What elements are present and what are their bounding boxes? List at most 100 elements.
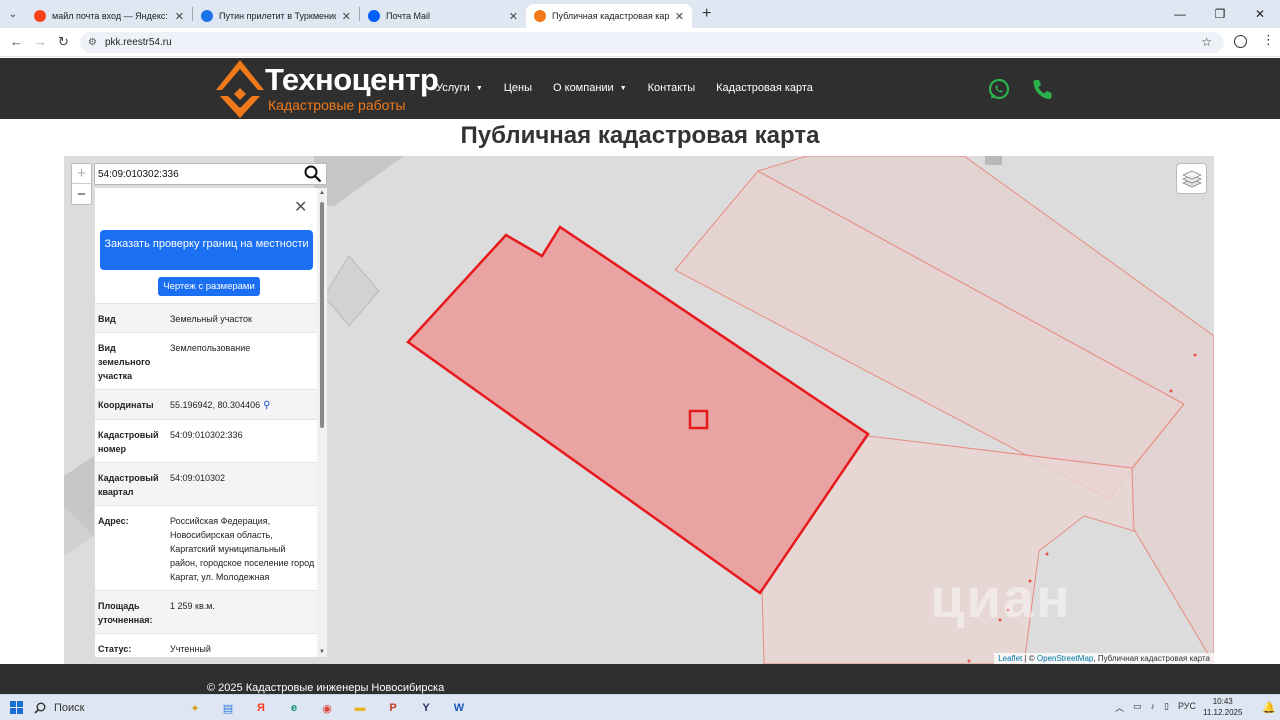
browser-tab[interactable]: Публичная кадастровая карта ✕: [526, 4, 692, 28]
scroll-up-icon[interactable]: ▲: [319, 190, 325, 196]
property-value: Учтенный: [170, 644, 211, 654]
network-icon[interactable]: ▭: [1133, 701, 1142, 714]
property-key: Координаты: [98, 400, 154, 410]
menu-item[interactable]: Кадастровая карта: [716, 82, 813, 94]
order-boundary-check-button[interactable]: Заказать проверку границ на местности: [100, 230, 313, 270]
word-icon[interactable]: W: [448, 698, 470, 718]
menu-item[interactable]: Услуги ▼: [436, 82, 483, 94]
menu-item[interactable]: О компании ▼: [553, 82, 627, 94]
property-value: 1 259 кв.м.: [170, 601, 215, 611]
property-key: Кадастровый квартал: [98, 473, 159, 497]
close-tab-icon[interactable]: ✕: [509, 10, 518, 23]
browser-menu-icon[interactable]: ⋮: [1262, 32, 1275, 48]
property-value: Землепользование: [170, 343, 251, 353]
property-row: Вид Земельный участок: [95, 303, 318, 332]
browser-tab[interactable]: Путин прилетит в Туркменис ✕: [193, 4, 359, 28]
site-info-icon[interactable]: ⚙: [88, 37, 97, 48]
taskbar-search-label: Поиск: [54, 702, 85, 714]
zoom-in-button[interactable]: +: [72, 164, 91, 184]
yandex-icon[interactable]: Y: [415, 698, 437, 718]
property-row: Координаты 55.196942, 80.304406 ⚲: [95, 389, 318, 419]
page-title: Публичная кадастровая карта: [460, 122, 820, 149]
caret-down-icon: ▼: [475, 85, 483, 92]
chrome-icon[interactable]: ◉: [316, 698, 338, 718]
brand-name[interactable]: Техноцентр: [265, 62, 439, 98]
profile-icon[interactable]: [1234, 35, 1247, 48]
zoom-out-button[interactable]: −: [72, 184, 91, 204]
tab-search-chevron-icon[interactable]: ⌄: [0, 0, 26, 28]
browser-tab[interactable]: Почта Mail ✕: [360, 4, 526, 28]
taskbar-clock[interactable]: 10:43 11.12.2025: [1203, 696, 1242, 718]
close-tab-icon[interactable]: ✕: [342, 10, 351, 23]
phone-icon[interactable]: [1031, 78, 1053, 100]
layers-button[interactable]: [1176, 163, 1207, 194]
taskbar-search[interactable]: Поиск: [34, 698, 174, 718]
yandex-browser-icon[interactable]: Я: [250, 698, 272, 718]
cian-watermark: циан: [930, 566, 1072, 629]
technocenter-logo-icon[interactable]: [214, 58, 266, 119]
osm-link[interactable]: OpenStreetMap: [1037, 654, 1093, 663]
powerpoint-icon[interactable]: P: [382, 698, 404, 718]
property-key: Адрес:: [98, 516, 129, 526]
close-tab-icon[interactable]: ✕: [675, 10, 684, 23]
restore-icon[interactable]: ❐: [1200, 0, 1240, 28]
property-value: 54:09:010302: [170, 473, 226, 483]
property-row: Площадь уточненная: 1 259 кв.м.: [95, 590, 318, 633]
close-window-icon[interactable]: ✕: [1240, 0, 1280, 28]
search-icon[interactable]: [304, 165, 322, 183]
reload-icon[interactable]: ↻: [58, 34, 69, 50]
back-icon[interactable]: ←: [10, 34, 23, 49]
property-row: Статус: Учтенный: [95, 633, 318, 657]
attribution-separator: | ©: [1022, 654, 1037, 663]
menu-item-label: Услуги: [436, 82, 470, 94]
explorer-icon[interactable]: ▬: [349, 698, 371, 718]
yandex-icon: [34, 10, 46, 22]
attribution-rest: , Публичная кадастровая карта: [1093, 654, 1210, 663]
property-key: Вид земельного участка: [98, 343, 151, 381]
copilot-icon[interactable]: ✦: [184, 698, 206, 718]
drawing-with-dimensions-button[interactable]: Чертеж с размерами: [158, 277, 260, 296]
property-row: Адрес: Российская Федерация, Новосибирска…: [95, 505, 318, 590]
property-value: Российская Федерация, Новосибирская обла…: [170, 516, 315, 582]
browser-toolbar: ← → ↻ ⚙ pkk.reestr54.ru ☆: [0, 28, 1280, 57]
property-key: Кадастровый номер: [98, 430, 159, 454]
property-value: 54:09:010302:336: [170, 430, 243, 440]
taskbar-search-icon: [34, 702, 46, 714]
news-icon: [201, 10, 213, 22]
new-tab-button[interactable]: +: [702, 5, 711, 23]
bookmark-star-icon[interactable]: ☆: [1201, 35, 1212, 49]
menu-item-label: О компании: [553, 82, 614, 94]
scrollbar-thumb[interactable]: [320, 202, 324, 428]
site-header: Техноцентр Кадастровые работы Услуги ▼ Цен…: [0, 58, 1280, 119]
footer-copyright: © 2025 Кадастровые инженеры Новосибирска: [207, 682, 445, 694]
clock-time: 10:43: [1212, 697, 1233, 706]
edge-icon[interactable]: e: [283, 698, 305, 718]
windows-start-icon[interactable]: [10, 701, 23, 714]
browser-tab[interactable]: майл почта вход — Яндекс: на ✕: [26, 4, 192, 28]
property-key: Вид: [98, 314, 116, 324]
site-footer: © 2025 Кадастровые инженеры Новосибирска: [0, 664, 1280, 694]
forward-icon[interactable]: →: [34, 34, 47, 49]
close-icon[interactable]: ✕: [294, 197, 307, 217]
volume-icon[interactable]: ♪: [1151, 701, 1156, 714]
language-indicator[interactable]: РУС: [1178, 701, 1196, 714]
menu-item[interactable]: Цены: [504, 82, 532, 94]
minimize-icon[interactable]: —: [1160, 0, 1200, 28]
tray-overflow-icon[interactable]: ︿: [1115, 701, 1124, 714]
property-key: Статус:: [98, 644, 132, 654]
close-tab-icon[interactable]: ✕: [175, 10, 184, 23]
notifications-icon[interactable]: 🔔: [1262, 701, 1276, 714]
address-bar[interactable]: ⚙ pkk.reestr54.ru ☆: [80, 32, 1224, 53]
menu-item-label: Кадастровая карта: [716, 82, 813, 94]
windows-taskbar: Поиск ✦ ▤ Яe ◉ ▬ P Y W ︿ ▭ ♪ ▯ РУС 10:43 11.12.…: [0, 694, 1280, 720]
menu-item[interactable]: Контакты: [648, 82, 696, 94]
menu-item-label: Цены: [503, 82, 533, 94]
battery-icon[interactable]: ▯: [1164, 701, 1169, 714]
whatsapp-icon[interactable]: [988, 78, 1010, 100]
cadastral-search-input[interactable]: 54:09:010302:336: [95, 169, 304, 180]
scroll-down-icon[interactable]: ▼: [319, 649, 325, 655]
locate-on-map-icon[interactable]: ⚲: [263, 399, 270, 413]
panel-scrollbar[interactable]: ▲ ▼: [317, 188, 327, 657]
files-icon[interactable]: ▤: [217, 698, 239, 718]
leaflet-link[interactable]: Leaflet: [998, 654, 1022, 663]
